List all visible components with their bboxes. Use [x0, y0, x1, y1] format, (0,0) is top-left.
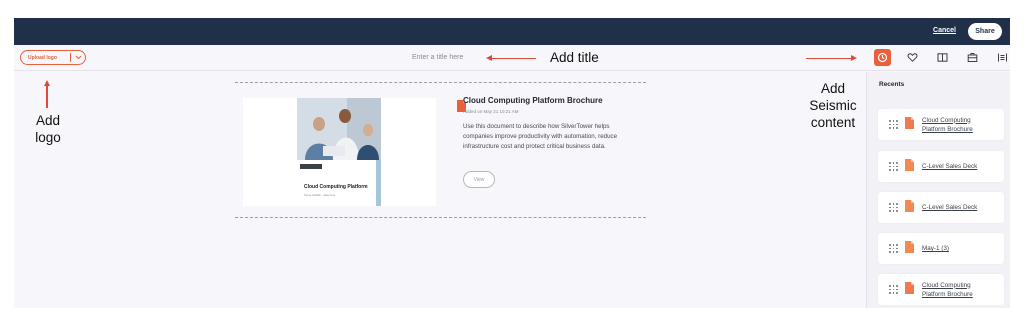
library-book-icon[interactable] — [934, 49, 951, 66]
thumbnail-title: Cloud Computing Platform — [304, 184, 368, 190]
document-title[interactable]: Cloud Computing Platform Brochure — [463, 96, 603, 105]
recents-heading: Recents — [879, 81, 905, 88]
recents-panel: Recents Cloud Computing Platform Brochur… — [866, 72, 1010, 308]
document-date: Added on May 21 10:21 AM — [463, 109, 519, 114]
drag-handle-icon[interactable] — [889, 285, 898, 294]
briefcase-icon[interactable] — [964, 49, 981, 66]
block-bottom-border — [235, 217, 646, 218]
brand-logo — [300, 164, 322, 169]
arrow-up-icon — [44, 80, 50, 86]
annotation-add-seismic-content: Add Seismic content — [809, 81, 857, 130]
document-description: Use this document to describe how Silver… — [463, 123, 618, 150]
presentation-file-icon — [905, 199, 914, 217]
presentation-file-icon — [905, 240, 914, 258]
document-thumbnail[interactable]: Cloud Computing Platform Some subtitle ·… — [243, 98, 436, 206]
recent-item-label[interactable]: Cloud Computing Platform Brochure — [922, 116, 992, 134]
document-file-icon — [905, 281, 914, 299]
content-tabs — [874, 49, 1010, 66]
thumbnail-photo — [297, 98, 381, 160]
block-top-border — [235, 82, 646, 83]
recent-item[interactable]: Cloud Computing Platform Brochure — [878, 274, 1004, 305]
recent-item[interactable]: Cloud Computing Platform Brochure — [878, 109, 1004, 140]
recent-item-label[interactable]: Cloud Computing Platform Brochure — [922, 281, 992, 299]
annotation-add-logo: Add logo — [35, 113, 61, 145]
title-input[interactable]: Enter a title here — [412, 54, 463, 61]
recent-item[interactable]: C-Level Sales Deck — [878, 151, 1004, 182]
share-button[interactable]: Share — [968, 23, 1002, 40]
favorites-heart-icon[interactable] — [904, 49, 921, 66]
arrow-right-icon — [851, 55, 857, 61]
cancel-link[interactable]: Cancel — [933, 27, 956, 34]
recent-item-label[interactable]: May-1 (3) — [922, 244, 992, 253]
top-bar: Cancel Share — [14, 18, 1010, 45]
recent-item-label[interactable]: C-Level Sales Deck — [922, 203, 992, 212]
presentation-file-icon — [905, 158, 914, 176]
thumbnail-subtitle: Some subtitle · date here — [304, 193, 336, 197]
recent-item[interactable]: C-Level Sales Deck — [878, 192, 1004, 223]
annotation-add-title: Add title — [550, 50, 599, 65]
document-file-icon — [905, 116, 914, 134]
fit-content-icon[interactable] — [994, 49, 1010, 66]
annotation-arrow-logo — [46, 86, 48, 108]
recent-clock-icon[interactable] — [874, 49, 891, 66]
chevron-down-icon[interactable] — [71, 55, 85, 60]
drag-handle-icon[interactable] — [889, 244, 898, 253]
editor-canvas — [14, 72, 866, 308]
upload-logo-button[interactable]: Upload logo — [20, 50, 86, 65]
drag-handle-icon[interactable] — [889, 120, 898, 129]
arrow-left-icon — [486, 55, 492, 61]
upload-logo-label: Upload logo — [28, 54, 57, 61]
recent-item-label[interactable]: C-Level Sales Deck — [922, 162, 992, 171]
view-button[interactable]: View — [463, 171, 495, 188]
drag-handle-icon[interactable] — [889, 162, 898, 171]
annotation-arrow-title — [492, 57, 536, 59]
app-frame: Cancel Share Upload logo Enter a title h… — [14, 18, 1010, 308]
annotation-arrow-content — [806, 57, 852, 59]
drag-handle-icon[interactable] — [889, 203, 898, 212]
recent-item[interactable]: May-1 (3) — [878, 233, 1004, 264]
thumbnail-accent-strip — [376, 160, 381, 206]
